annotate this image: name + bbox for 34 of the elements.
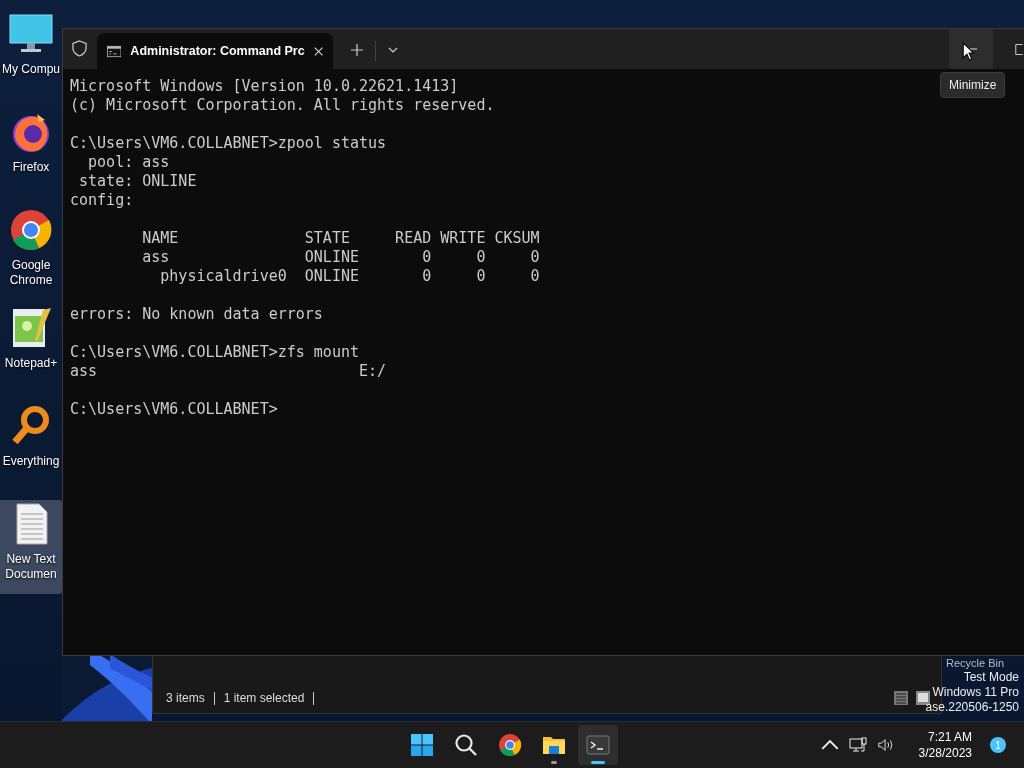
icon-label: Firefox [11, 160, 51, 175]
desktop-icon[interactable]: New Text Documen [0, 500, 62, 594]
icon-label: Everything [1, 454, 61, 469]
console-line: errors: No known data errors [70, 305, 323, 324]
desktop-icon[interactable]: My Compu [0, 10, 62, 104]
system-info-text: Test Mode [963, 670, 1019, 685]
console-line: physicaldrive0 ONLINE 0 0 0 [159, 267, 540, 286]
icon-label: Notepad+ [3, 356, 59, 371]
terminal-tab[interactable]: Administrator: Command Prc [97, 33, 333, 69]
console-line: pool: ass [87, 153, 170, 172]
console-line: ass E:/ [70, 362, 387, 381]
status-text: 1 item selected [223, 691, 315, 705]
desktop-icon[interactable]: Google Chrome [0, 206, 62, 300]
icon-label: Google Chrome [8, 258, 54, 288]
desktop-icon[interactable]: Firefox [0, 108, 62, 202]
status-text: 3 items [166, 691, 215, 705]
tooltip: Minimize [940, 72, 1006, 98]
icon-label: My Compu [1, 62, 61, 77]
system-info-text: Windows 11 Pro [932, 685, 1019, 700]
console-line: C:\Users\VM6.COLLABNET>zfs mount [70, 343, 359, 362]
console-line: NAME STATE READ WRITE CKSUM [141, 229, 540, 248]
desktop-icon[interactable]: Everything [0, 402, 62, 496]
console-line: Microsoft Windows [Version 10.0.22621.1413] [70, 77, 459, 96]
icon-label: New Text Documen [4, 552, 58, 582]
console-line: C:\Users\VM6.COLLABNET> [70, 400, 278, 419]
console-line: config: [70, 191, 134, 210]
desktop-icon[interactable]: Notepad+ [0, 304, 62, 398]
console-line: C:\Users\VM6.COLLABNET>zpool status [70, 134, 387, 153]
console-line: ass ONLINE 0 0 0 [141, 248, 540, 267]
console-line: (c) Microsoft Corporation. All rights reserved. [70, 96, 495, 115]
console-line: state: ONLINE [78, 172, 197, 191]
icon-label: Recycle Bin [946, 657, 1005, 669]
clock[interactable]: 7:21 AM 3/28/2023 [918, 729, 972, 761]
system-info-text: ase.220506-1250 [925, 700, 1019, 715]
